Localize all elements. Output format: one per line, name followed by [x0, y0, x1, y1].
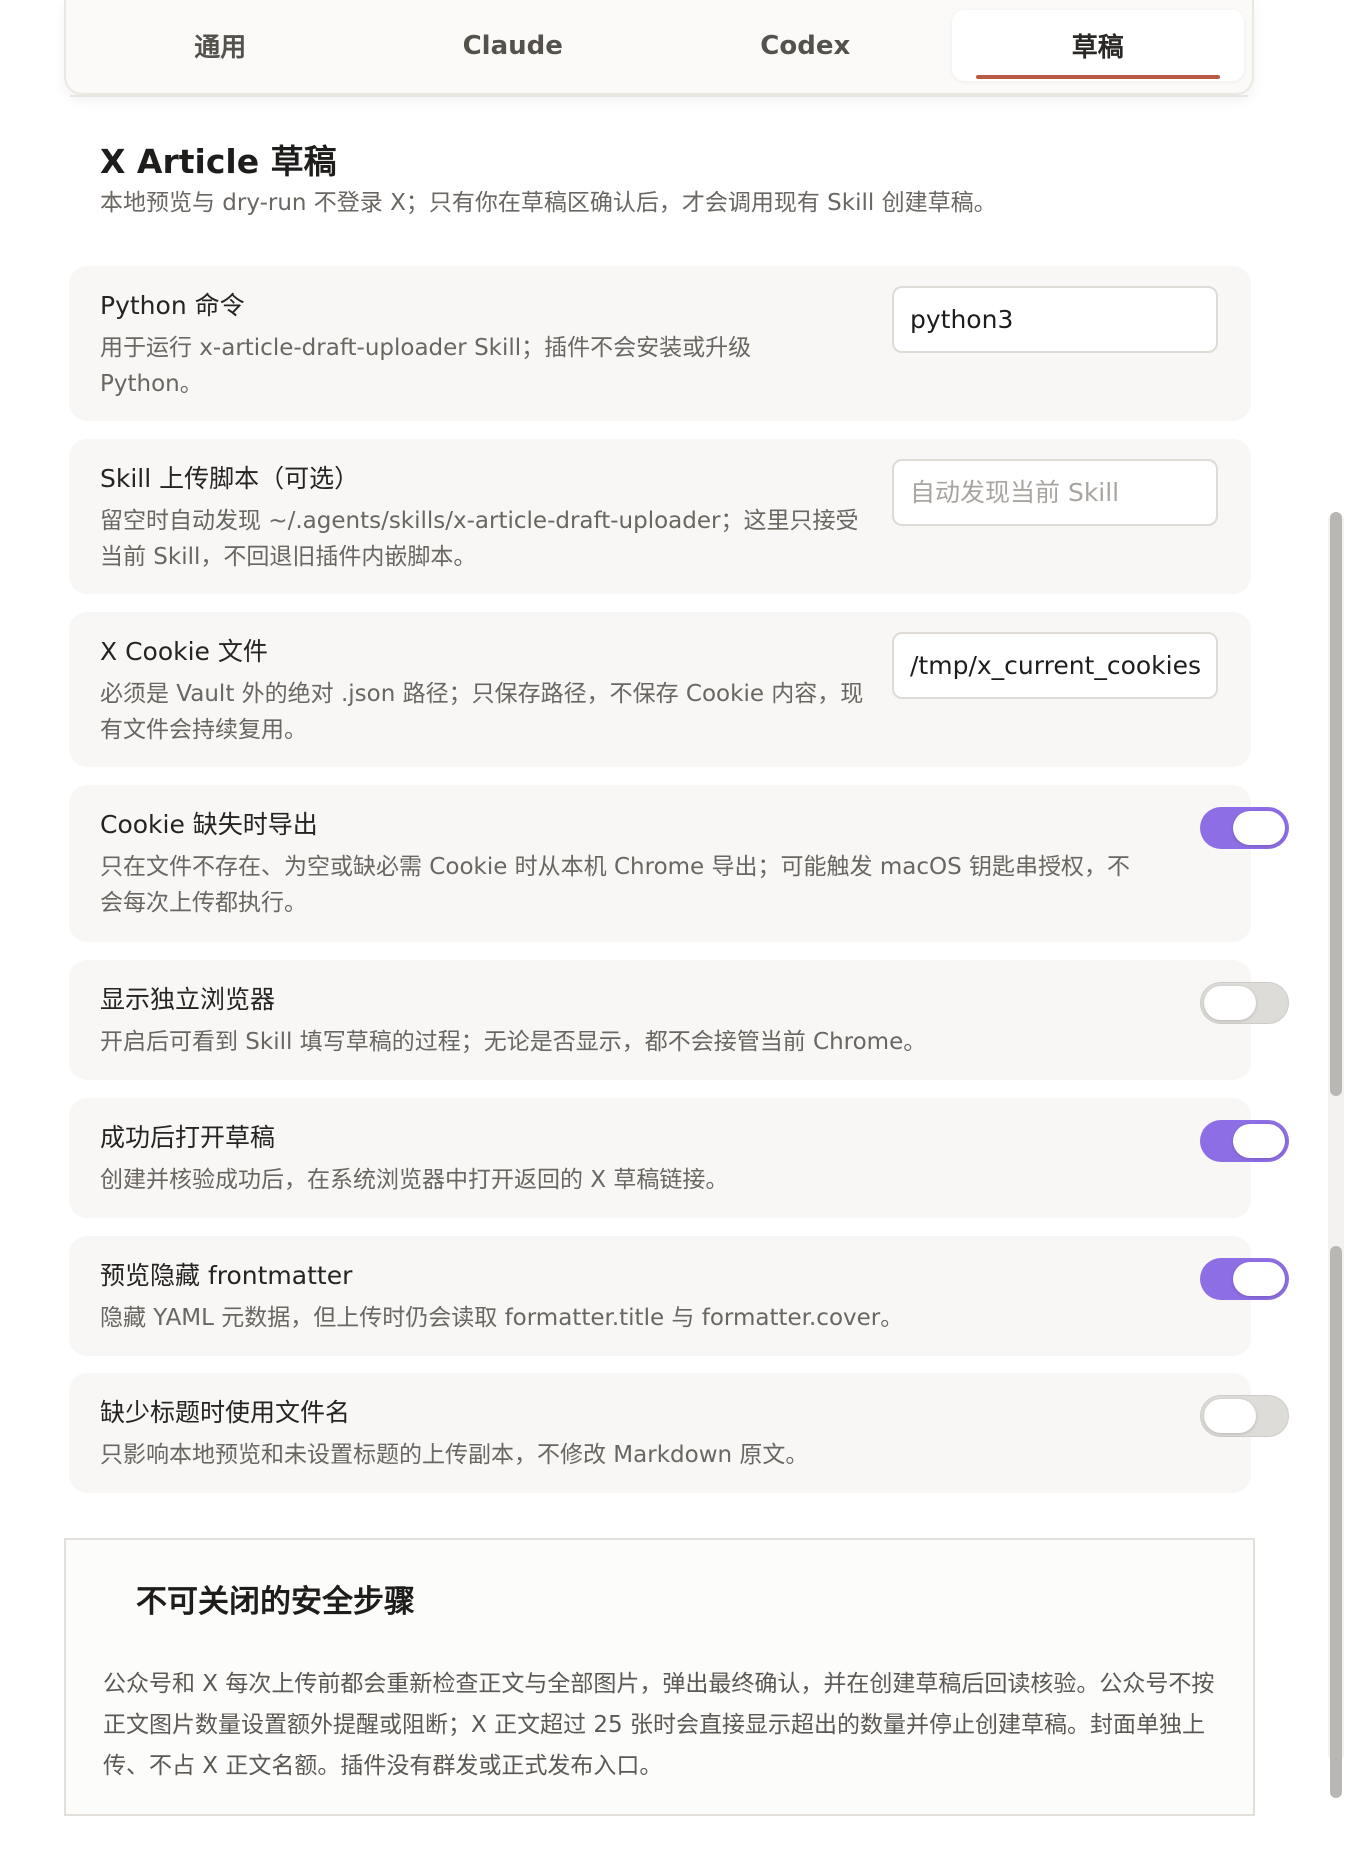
- setting-description: 创建并核验成功后，在系统浏览器中打开返回的 X 草稿链接。: [100, 1167, 729, 1193]
- scrollbar-thumb-lower[interactable]: [1330, 1246, 1342, 1798]
- safety-title: 不可关闭的安全步骤: [136, 1584, 415, 1620]
- hide-frontmatter-toggle[interactable]: [1200, 1258, 1289, 1300]
- toggle-knob: [1233, 1124, 1285, 1158]
- toggle-knob: [1233, 1262, 1285, 1296]
- section-description: 本地预览与 dry-run 不登录 X；只有你在草稿区确认后，才会调用现有 Sk…: [100, 190, 997, 216]
- setting-show-browser: 显示独立浏览器 开启后可看到 Skill 填写草稿的过程；无论是否显示，都不会接…: [69, 960, 1289, 1080]
- tab-claude[interactable]: Claude: [367, 10, 660, 81]
- setting-cookie-file: X Cookie 文件 必须是 Vault 外的绝对 .json 路径；只保存路…: [69, 612, 1251, 767]
- setting-name: Skill 上传脚本（可选）: [100, 464, 360, 493]
- setting-description: 开启后可看到 Skill 填写草稿的过程；无论是否显示，都不会接管当前 Chro…: [100, 1029, 927, 1055]
- safety-text: 公众号和 X 每次上传前都会重新检查正文与全部图片，弹出最终确认，并在创建草稿后…: [103, 1671, 1215, 1779]
- setting-name: 显示独立浏览器: [100, 985, 276, 1014]
- section-title: X Article 草稿: [100, 142, 337, 181]
- cookie-file-input[interactable]: [892, 632, 1218, 699]
- toggle-knob: [1233, 811, 1285, 845]
- toggle-knob: [1204, 1399, 1256, 1433]
- setting-description: 必须是 Vault 外的绝对 .json 路径；只保存路径，不保存 Cookie…: [100, 681, 864, 743]
- scrollbar-marker: [1330, 1048, 1342, 1076]
- setting-cookie-export: Cookie 缺失时导出 只在文件不存在、为空或缺必需 Cookie 时从本机 …: [69, 785, 1289, 942]
- setting-open-draft: 成功后打开草稿 创建并核验成功后，在系统浏览器中打开返回的 X 草稿链接。: [69, 1098, 1289, 1218]
- setting-description: 隐藏 YAML 元数据，但上传时仍会读取 formatter.title 与 f…: [100, 1305, 904, 1331]
- setting-name: Cookie 缺失时导出: [100, 810, 318, 839]
- setting-name: X Cookie 文件: [100, 637, 268, 666]
- python-command-input[interactable]: [892, 286, 1218, 353]
- setting-description: 只在文件不存在、为空或缺必需 Cookie 时从本机 Chrome 导出；可能触…: [100, 854, 1130, 916]
- settings-tab-bar: 通用 Claude Codex 草稿: [64, 0, 1254, 95]
- tab-general[interactable]: 通用: [74, 10, 367, 81]
- open-draft-toggle[interactable]: [1200, 1120, 1289, 1162]
- setting-name: 预览隐藏 frontmatter: [100, 1261, 353, 1290]
- skill-script-input[interactable]: [892, 459, 1218, 526]
- setting-description: 只影响本地预览和未设置标题的上传副本，不修改 Markdown 原文。: [100, 1442, 809, 1468]
- tab-codex[interactable]: Codex: [659, 10, 952, 81]
- setting-name: 成功后打开草稿: [100, 1123, 276, 1152]
- setting-filename-title: 缺少标题时使用文件名 只影响本地预览和未设置标题的上传副本，不修改 Markdo…: [69, 1373, 1289, 1493]
- tab-bar-divider: [70, 95, 1248, 97]
- setting-description: 用于运行 x-article-draft-uploader Skill；插件不会…: [100, 335, 752, 397]
- setting-hide-frontmatter: 预览隐藏 frontmatter 隐藏 YAML 元数据，但上传时仍会读取 fo…: [69, 1236, 1289, 1356]
- scrollbar-thumb[interactable]: [1330, 512, 1342, 1094]
- setting-python-command: Python 命令 用于运行 x-article-draft-uploader …: [69, 266, 1251, 421]
- safety-steps-panel: 不可关闭的安全步骤 公众号和 X 每次上传前都会重新检查正文与全部图片，弹出最终…: [64, 1538, 1255, 1816]
- toggle-knob: [1204, 986, 1256, 1020]
- setting-description: 留空时自动发现 ~/.agents/skills/x-article-draft…: [100, 508, 859, 570]
- cookie-export-toggle[interactable]: [1200, 807, 1289, 849]
- setting-name: 缺少标题时使用文件名: [100, 1398, 351, 1427]
- setting-skill-script: Skill 上传脚本（可选） 留空时自动发现 ~/.agents/skills/…: [69, 439, 1251, 594]
- filename-title-toggle[interactable]: [1200, 1395, 1289, 1437]
- setting-name: Python 命令: [100, 291, 245, 320]
- show-browser-toggle[interactable]: [1200, 982, 1289, 1024]
- scrollbar-marker: [1330, 1084, 1342, 1096]
- tab-drafts[interactable]: 草稿: [951, 10, 1244, 81]
